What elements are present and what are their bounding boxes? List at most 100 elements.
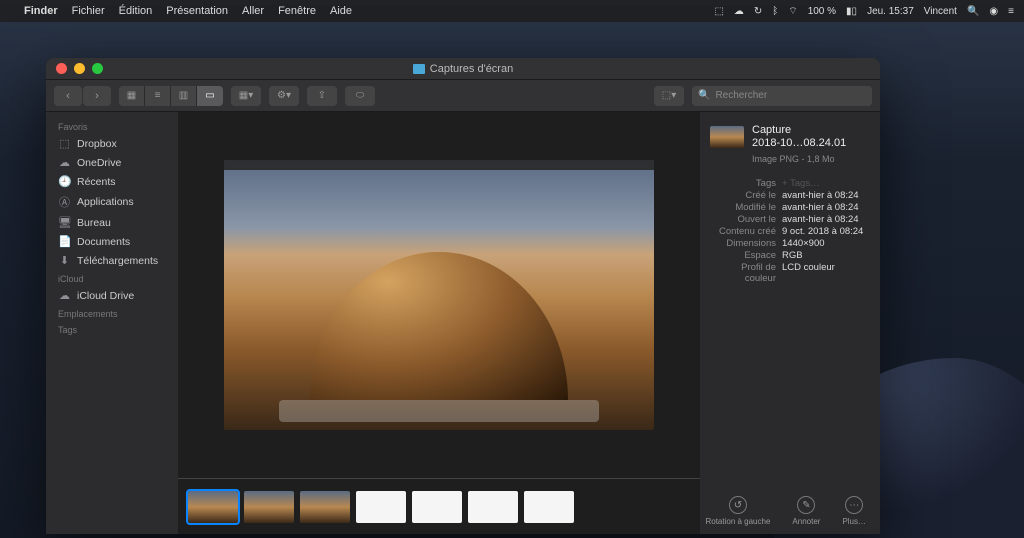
sidebar-item-dropbox[interactable]: ⬚Dropbox xyxy=(46,134,178,153)
arrange-button[interactable]: ▦▾ xyxy=(231,86,261,106)
preview-area xyxy=(178,112,700,478)
window-title: Captures d'écran xyxy=(430,63,513,75)
share-button[interactable]: ⇧ xyxy=(307,86,337,106)
back-button[interactable]: ‹ xyxy=(54,86,82,106)
view-gallery-button[interactable]: ▭ xyxy=(197,86,223,106)
sidebar-section-label: Tags xyxy=(46,321,178,337)
metadata-row: Tags+ Tags… xyxy=(710,178,870,189)
spotlight-icon[interactable]: 🔍 xyxy=(967,6,979,17)
action-label: Annoter xyxy=(792,517,820,526)
menu-aide[interactable]: Aide xyxy=(330,5,352,17)
thumbnail[interactable] xyxy=(244,491,294,523)
traffic-lights xyxy=(56,63,103,74)
thumbnail[interactable] xyxy=(356,491,406,523)
bluetooth-menu-icon[interactable]: ᛒ xyxy=(772,6,778,17)
info-panel: Capture 2018-10…08.24.01 Image PNG - 1,8… xyxy=(700,112,880,534)
sidebar: Favoris⬚Dropbox☁OneDrive🕘RécentsⒶApplica… xyxy=(46,112,178,534)
sidebar-item-onedrive[interactable]: ☁OneDrive xyxy=(46,153,178,172)
thumbnail[interactable] xyxy=(300,491,350,523)
siri-icon[interactable]: ◉ xyxy=(989,6,998,17)
notification-center-icon[interactable]: ≡ xyxy=(1008,6,1014,17)
metadata-key: Profil de couleur xyxy=(710,262,782,284)
action-label: Plus… xyxy=(842,517,866,526)
action-label: Rotation à gauche xyxy=(705,517,770,526)
quick-action-rotation[interactable]: ↺Rotation à gauche xyxy=(705,496,770,526)
timemachine-menu-icon[interactable]: ↻ xyxy=(754,6,762,17)
view-icon-button[interactable]: ▦ xyxy=(119,86,145,106)
menu-edition[interactable]: Édition xyxy=(119,5,153,17)
menu-fichier[interactable]: Fichier xyxy=(72,5,105,17)
view-column-button[interactable]: ▥ xyxy=(171,86,197,106)
metadata-value: LCD couleur xyxy=(782,262,870,284)
sidebar-item-icon: ⬇ xyxy=(58,254,71,267)
thumbnail[interactable] xyxy=(188,491,238,523)
quick-action-plus…[interactable]: ⋯ Plus… xyxy=(842,496,866,526)
file-kind: Image PNG - 1,8 Mo xyxy=(752,154,870,164)
thumbnail[interactable] xyxy=(468,491,518,523)
sidebar-section-label: Emplacements xyxy=(46,305,178,321)
metadata-key: Dimensions xyxy=(710,238,782,249)
sidebar-item-bureau[interactable]: 🖥Bureau xyxy=(46,213,178,232)
battery-icon: ▮▯ xyxy=(846,6,857,17)
metadata-value: 1440×900 xyxy=(782,238,870,249)
sidebar-item-icon: ⬚ xyxy=(58,137,71,150)
search-placeholder: Rechercher xyxy=(715,90,767,101)
quick-action-annoter[interactable]: ✎Annoter xyxy=(792,496,820,526)
metadata-row: Ouvert leavant-hier à 08:24 xyxy=(710,214,870,225)
thumbnail[interactable] xyxy=(524,491,574,523)
sidebar-section-label: iCloud xyxy=(46,270,178,286)
quick-actions: ↺Rotation à gauche ✎Annoter ⋯ Plus… xyxy=(705,496,866,526)
dropbox-menu-icon[interactable]: ⬚ xyxy=(714,6,723,17)
sidebar-item-documents[interactable]: 📄Documents xyxy=(46,232,178,251)
clock[interactable]: Jeu. 15:37 xyxy=(867,6,914,17)
sidebar-item-label: Applications xyxy=(77,196,134,208)
sidebar-item-label: iCloud Drive xyxy=(77,290,134,302)
sidebar-item-téléchargements[interactable]: ⬇ Téléchargements xyxy=(46,251,178,270)
metadata-row: Profil de couleurLCD couleur xyxy=(710,262,870,284)
window-titlebar[interactable]: Captures d'écran xyxy=(46,58,880,80)
system-menubar: Finder Fichier Édition Présentation Alle… xyxy=(0,0,1024,22)
sidebar-item-label: Récents xyxy=(77,176,116,188)
metadata-key: Contenu créé xyxy=(710,226,782,237)
minimize-button[interactable] xyxy=(74,63,85,74)
sidebar-section-label: Favoris xyxy=(46,118,178,134)
action-icon: ⋯ xyxy=(845,496,863,514)
user-name[interactable]: Vincent xyxy=(924,6,957,17)
sidebar-item-icon: 🖥 xyxy=(58,216,71,229)
metadata-key: Ouvert le xyxy=(710,214,782,225)
metadata-row: EspaceRGB xyxy=(710,250,870,261)
finder-window: Captures d'écran ‹ › ▦ ≡ ▥ ▭ ▦▾ ⚙▾ ⇧ ⬭ ⬚… xyxy=(46,58,880,534)
menu-fenetre[interactable]: Fenêtre xyxy=(278,5,316,17)
sidebar-item-label: Téléchargements xyxy=(77,255,158,267)
file-name-line1: Capture xyxy=(752,124,846,137)
metadata-key: Espace xyxy=(710,250,782,261)
search-field[interactable]: 🔍 Rechercher xyxy=(692,86,872,106)
action-button[interactable]: ⚙▾ xyxy=(269,86,299,106)
thumbnail-strip xyxy=(178,478,700,534)
close-button[interactable] xyxy=(56,63,67,74)
sidebar-item-récents[interactable]: 🕘Récents xyxy=(46,172,178,191)
cloud-menu-icon[interactable]: ☁ xyxy=(734,6,744,17)
battery-status[interactable]: 100 % xyxy=(808,6,836,17)
menu-aller[interactable]: Aller xyxy=(242,5,264,17)
sidebar-item-icloud-drive[interactable]: ☁iCloud Drive xyxy=(46,286,178,305)
file-name-line2: 2018-10…08.24.01 xyxy=(752,137,846,150)
dropbox-toolbar-button[interactable]: ⬚▾ xyxy=(654,86,684,106)
view-list-button[interactable]: ≡ xyxy=(145,86,171,106)
metadata-value[interactable]: + Tags… xyxy=(782,178,870,189)
metadata-value: avant-hier à 08:24 xyxy=(782,202,870,213)
thumbnail[interactable] xyxy=(412,491,462,523)
maximize-button[interactable] xyxy=(92,63,103,74)
preview-image[interactable] xyxy=(224,160,654,430)
menu-presentation[interactable]: Présentation xyxy=(166,5,228,17)
metadata-value: 9 oct. 2018 à 08:24 xyxy=(782,226,870,237)
tags-button[interactable]: ⬭ xyxy=(345,86,375,106)
forward-button[interactable]: › xyxy=(83,86,111,106)
metadata-key: Modifié le xyxy=(710,202,782,213)
wifi-menu-icon[interactable]: ⌔ xyxy=(788,5,797,18)
metadata-row: Contenu créé9 oct. 2018 à 08:24 xyxy=(710,226,870,237)
app-menu[interactable]: Finder xyxy=(24,5,58,17)
sidebar-item-applications[interactable]: ⒶApplications xyxy=(46,191,178,213)
metadata-key: Créé le xyxy=(710,190,782,201)
metadata-value: RGB xyxy=(782,250,870,261)
